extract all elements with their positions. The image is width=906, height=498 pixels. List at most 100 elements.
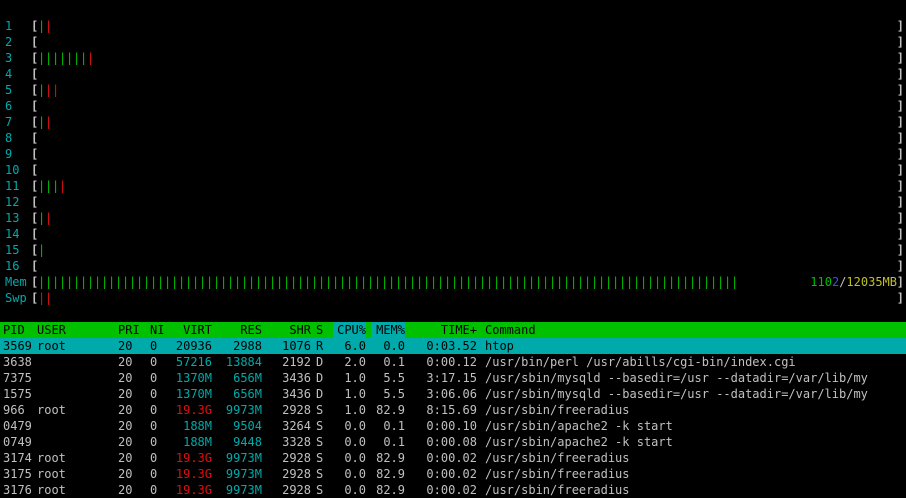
meter-bar: | [493, 275, 501, 289]
process-row[interactable]: 3176 root 20 0 19.3G 9973M 2928 S 0.0 82.9 0:00.02… [0, 482, 906, 498]
cell-ni: 0 [150, 387, 158, 401]
meter-bar: | [388, 275, 396, 289]
meter-bar: | [500, 275, 508, 289]
mem-meter: Mem[||||||||||||||||||||||||||||||||||||… [0, 274, 906, 290]
meter-bar: | [346, 275, 354, 289]
meter-bracket-right: ] [896, 51, 904, 65]
meter-bar: | [290, 275, 298, 289]
meter-bar: | [45, 275, 53, 289]
cell-time: 8:15.69 [426, 403, 477, 417]
cell-cpu: 0.0 [344, 483, 366, 497]
meter-bar: | [178, 275, 186, 289]
cell-command: /usr/sbin/apache2 -k start [485, 419, 673, 433]
cpu-number: 3 [5, 51, 13, 65]
col-mem[interactable]: MEM% [371, 322, 405, 338]
meter-bar: | [332, 275, 340, 289]
cell-s: S [316, 435, 324, 449]
meter-bar: | [129, 275, 137, 289]
cell-pid: 3638 [3, 355, 32, 369]
meter-bar: | [185, 275, 193, 289]
cpu-meter: 4 [] [0, 66, 906, 82]
cpu-number: 15 [5, 243, 20, 257]
swap-bars: || [38, 290, 52, 306]
mem-bars: ||||||||||||||||||||||||||||||||||||||||… [38, 274, 738, 290]
meter-bracket-right: ] [896, 291, 904, 305]
cell-ni: 0 [150, 467, 158, 481]
cell-virt: 19.3G [175, 467, 212, 481]
process-row[interactable]: 3175 root 20 0 19.3G 9973M 2928 S 0.0 82.9 0:00.02… [0, 466, 906, 482]
cell-res: 9973M [225, 483, 262, 497]
cell-mem: 0.1 [383, 355, 405, 369]
cell-res: 13884 [225, 355, 262, 369]
cpu-meter: 3[||||||||] [0, 50, 906, 66]
cell-shr: 3436 [282, 387, 311, 401]
cell-res: 2988 [233, 339, 262, 353]
col-pri[interactable]: PRI [118, 322, 140, 338]
col-virt[interactable]: VIRT [166, 322, 212, 338]
meter-bar: | [360, 275, 368, 289]
cell-command: /usr/sbin/freeradius [485, 403, 630, 417]
process-row[interactable]: 3638 20 0 57216 13884 2192 D 2.0 0.1 0:00.12/usr/… [0, 354, 906, 370]
meter-bar: | [283, 275, 291, 289]
meter-bar: | [73, 51, 81, 65]
col-shr[interactable]: SHR [270, 322, 311, 338]
mem-value-part: 110 [810, 275, 832, 289]
meter-bar: | [227, 275, 235, 289]
cell-s: S [316, 403, 324, 417]
col-command[interactable]: Command [485, 322, 536, 338]
meter-bar: | [486, 275, 494, 289]
cell-shr: 3328 [282, 435, 311, 449]
meter-bracket-left: [ [31, 163, 39, 177]
col-ni[interactable]: NI [150, 322, 164, 338]
cell-s: S [316, 419, 324, 433]
cell-res: 9973M [225, 467, 262, 481]
col-pid[interactable]: PID [3, 322, 25, 338]
meter-bar: | [87, 51, 95, 65]
col-cpu[interactable]: CPU% [333, 322, 366, 338]
meter-bracket-left: [ [31, 35, 39, 49]
meter-bar: | [255, 275, 263, 289]
mem-value: 1102/12035MB [810, 274, 897, 290]
meter-bar: | [640, 275, 648, 289]
cpu-meter: 2 [] [0, 34, 906, 50]
meter-bar: | [703, 275, 711, 289]
col-res[interactable]: RES [218, 322, 262, 338]
col-user[interactable]: USER [37, 322, 66, 338]
process-row[interactable]: 966 root 20 0 19.3G 9973M 2928 S 1.0 82.9 8:15.69 /… [0, 402, 906, 418]
process-row[interactable]: 1575 20 0 1370M 656M 3436 D 1.0 5.5 3:06.06/usr/s… [0, 386, 906, 402]
meter-bracket-right: ] [896, 163, 904, 177]
meter-bar: | [150, 275, 158, 289]
col-state[interactable]: S [316, 322, 323, 338]
cell-s: S [316, 467, 324, 481]
meter-bracket-left: [ [31, 131, 39, 145]
meter-bar: | [276, 275, 284, 289]
cpu-number: 2 [5, 35, 13, 49]
meter-bar: | [52, 179, 60, 193]
cell-cpu: 6.0 [344, 339, 366, 353]
process-row[interactable]: 3174 root 20 0 19.3G 9973M 2928 S 0.0 82.9 0:00.02… [0, 450, 906, 466]
meter-bar: | [605, 275, 613, 289]
process-row[interactable]: 3569 root 20 0 20936 2988 1076 R 6.0 0.0 0:03.52 ht… [0, 338, 906, 354]
cell-s: S [316, 451, 324, 465]
cell-user: root [37, 339, 66, 353]
col-time[interactable]: TIME+ [415, 322, 477, 338]
meter-bar: | [479, 275, 487, 289]
cell-time: 3:17.15 [426, 371, 477, 385]
process-table-header[interactable]: PID USER PRI NI VIRT RES SHR S CPU% MEM%… [0, 322, 906, 338]
cpu-meter: 6 [] [0, 98, 906, 114]
cell-user: root [37, 483, 66, 497]
meter-bar: | [367, 275, 375, 289]
process-row[interactable]: 0749 20 0 188M 9448 3328 S 0.0 0.1 0:00.08/usr/sb… [0, 434, 906, 450]
cell-virt: 188M [183, 419, 212, 433]
process-row[interactable]: 7375 20 0 1370M 656M 3436 D 1.0 5.5 3:17.15/usr/s… [0, 370, 906, 386]
meter-bar: | [542, 275, 550, 289]
cpu-number: 1 [5, 19, 13, 33]
cpu-meter: 14 [] [0, 226, 906, 242]
cpu-number: 8 [5, 131, 13, 145]
meter-bar: | [157, 275, 165, 289]
meter-bar: | [269, 275, 277, 289]
process-row[interactable]: 0479 20 0 188M 9504 3264 S 0.0 0.1 0:00.10/usr/sb… [0, 418, 906, 434]
meter-bracket-left: [ [31, 147, 39, 161]
cell-virt: 19.3G [175, 403, 212, 417]
cell-cpu: 1.0 [344, 387, 366, 401]
